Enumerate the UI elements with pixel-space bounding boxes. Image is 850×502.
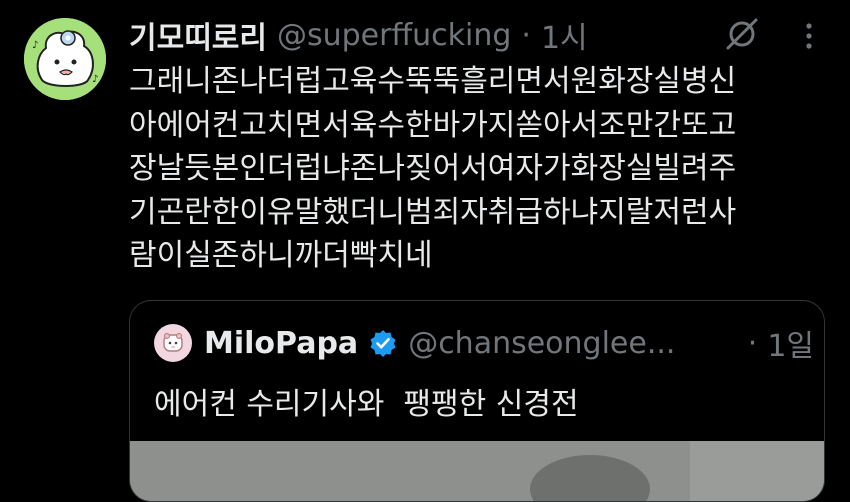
tweet-text-line: 그래니존나더럽고육수뚝뚝흘리면서원화장실병신 <box>129 64 737 99</box>
quoted-author-handle[interactable]: @chanseonglee... <box>408 326 675 361</box>
tweet-text-line: 기곤란한이유말했더니범죄자취급하냐지랄저런사 <box>129 194 737 230</box>
mute-icon[interactable] <box>724 16 760 52</box>
tweet-text-line: 람이실존하니까더빡치네 <box>129 238 433 274</box>
tweet-text-line: 아에어컨고치면서육수한바가지쏟아서조만간또고 <box>129 107 737 143</box>
tweet-text-line: 장날듯본인더럽냐존나짖어서여자가화장실빌려주 <box>129 151 737 187</box>
separator-dot: · <box>521 17 531 53</box>
quoted-tweet-header: MiloPapa @chanseonglee... · 1일 <box>154 321 814 365</box>
media-preview <box>130 441 824 501</box>
tweet-text: 그래니존나더럽고육수뚝뚝흘리면서원화장실병신 아에어컨고치면서육수한바가지쏟아서… <box>129 60 819 278</box>
quoted-tweet-text: 에어컨 수리기사와 팽팽한 신경전 <box>154 387 579 422</box>
quoted-timestamp[interactable]: 1일 <box>767 321 814 365</box>
author-handle[interactable]: @superffucking <box>277 18 511 53</box>
author-avatar[interactable]: ♪ ♪ <box>24 18 106 100</box>
svg-text:♪: ♪ <box>32 40 38 51</box>
quoted-tweet[interactable]: MiloPapa @chanseonglee... · 1일 에어컨 수리기사와… <box>129 300 825 502</box>
quoted-media-image[interactable] <box>130 441 824 501</box>
more-options-icon[interactable] <box>797 20 821 52</box>
hamster-avatar-icon <box>163 333 183 352</box>
avatar-illustration: ♪ ♪ <box>24 18 106 100</box>
tweet-timestamp[interactable]: 1시 <box>541 13 588 57</box>
svg-text:♪: ♪ <box>92 74 98 85</box>
quoted-separator-dot: · <box>747 325 758 361</box>
tweet-header: 기모띠로리 @superffucking · 1시 <box>129 13 588 57</box>
quoted-author-name[interactable]: MiloPapa <box>204 326 358 361</box>
verified-badge-icon <box>370 330 396 357</box>
author-name[interactable]: 기모띠로리 <box>129 13 267 57</box>
quoted-author-avatar[interactable] <box>154 324 192 362</box>
